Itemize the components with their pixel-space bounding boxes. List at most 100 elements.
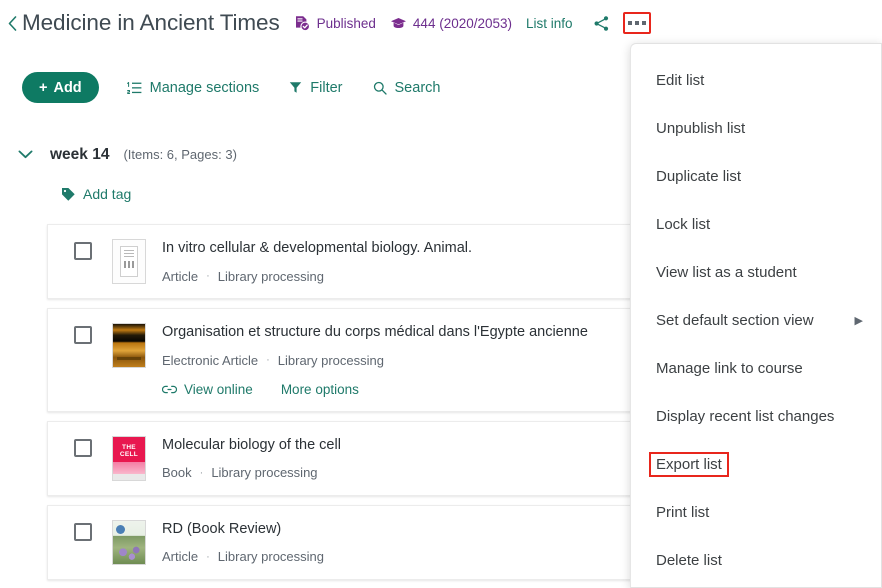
student-count-label: 444 (2020/2053) — [412, 15, 513, 31]
item-meta: Article · Library processing — [162, 269, 630, 284]
item-checkbox[interactable] — [74, 438, 92, 457]
list-item[interactable]: Molecular biology of the cell Book · Lib… — [47, 420, 647, 496]
menu-item-lock-list[interactable]: Lock list — [631, 200, 881, 248]
section-meta: (Items: 6, Pages: 3) — [123, 147, 237, 162]
item-status: Library processing — [217, 268, 325, 284]
menu-item-label: Edit list — [656, 71, 705, 89]
list-item[interactable]: RD (Book Review) Article · Library proce… — [47, 504, 647, 580]
published-document-check-icon — [295, 15, 310, 31]
menu-item-unpublish-list[interactable]: Unpublish list — [631, 104, 881, 152]
meta-separator: · — [266, 354, 270, 367]
share-icon — [594, 15, 609, 31]
meta-separator: · — [206, 550, 210, 563]
menu-item-manage-link-to-course[interactable]: Manage link to course — [631, 344, 881, 392]
view-online-button[interactable]: View online — [162, 382, 253, 397]
menu-item-delete-list[interactable]: Delete list — [631, 536, 881, 584]
menu-item-label: Set default section view — [656, 311, 814, 329]
add-button-label: Add — [53, 79, 82, 96]
item-title[interactable]: RD (Book Review) — [162, 520, 630, 540]
orange-book-cover-thumbnail — [112, 323, 146, 368]
menu-item-display-recent-changes[interactable]: Display recent list changes — [631, 392, 881, 440]
manage-sections-label: Manage sections — [149, 79, 260, 96]
graduation-cap-icon — [390, 18, 406, 28]
share-button[interactable] — [589, 12, 615, 34]
search-icon — [373, 81, 387, 95]
menu-item-label: Display recent list changes — [656, 407, 835, 425]
student-count: 444 (2020/2053) — [390, 16, 512, 31]
item-checkbox[interactable] — [74, 326, 92, 344]
list-item[interactable]: Organisation et structure du corps médic… — [47, 308, 647, 412]
menu-item-label: Unpublish list — [656, 119, 746, 137]
tag-icon — [62, 188, 75, 201]
citation-list: In vitro cellular & developmental biolog… — [47, 224, 647, 588]
menu-item-duplicate-list[interactable]: Duplicate list — [631, 152, 881, 200]
section-collapse-toggle[interactable] — [18, 147, 36, 162]
list-page: Medicine in Ancient Times Published 444 … — [0, 0, 882, 588]
filter-button[interactable]: Filter — [289, 79, 343, 96]
item-checkbox[interactable] — [74, 242, 92, 260]
item-status: Library processing — [217, 549, 325, 565]
search-label: Search — [394, 79, 441, 96]
item-title[interactable]: Organisation et structure du corps médic… — [162, 323, 630, 343]
add-tag-label: Add tag — [83, 186, 132, 202]
meta-separator: · — [199, 466, 204, 479]
item-actions: View online More options — [162, 382, 630, 397]
menu-item-label: Lock list — [656, 215, 711, 233]
list-info-link[interactable]: List info — [526, 16, 573, 31]
the-cell-book-cover-thumbnail — [112, 435, 146, 481]
view-online-label: View online — [184, 381, 253, 397]
menu-item-label: Print list — [656, 503, 710, 521]
meta-separator: · — [206, 270, 210, 283]
filter-label: Filter — [310, 79, 343, 96]
section-title: week 14 — [50, 146, 110, 163]
list-ordered-icon — [126, 81, 142, 94]
chevron-down-icon — [18, 150, 33, 159]
add-button[interactable]: + Add — [22, 72, 99, 103]
item-meta: Book · Library processing — [162, 465, 630, 480]
chevron-left-icon — [8, 15, 16, 31]
more-dot — [627, 21, 632, 25]
menu-item-label: View list as a student — [656, 263, 797, 281]
menu-item-label: Export list — [649, 451, 729, 477]
page-title: Medicine in Ancient Times — [22, 10, 280, 35]
page-header: Medicine in Ancient Times Published 444 … — [0, 0, 882, 46]
menu-item-view-as-student[interactable]: View list as a student — [631, 248, 881, 296]
item-status: Library processing — [211, 465, 318, 481]
published-status: Published — [294, 15, 376, 32]
menu-item-edit-list[interactable]: Edit list — [631, 56, 881, 104]
manage-sections-button[interactable]: Manage sections — [126, 79, 260, 96]
item-type: Book — [162, 465, 192, 481]
filter-funnel-icon — [290, 82, 302, 93]
back-button[interactable] — [4, 11, 20, 35]
item-title[interactable]: In vitro cellular & developmental biolog… — [162, 239, 630, 259]
item-status: Library processing — [277, 352, 384, 368]
green-journal-cover-thumbnail — [112, 519, 146, 565]
chevron-right-icon: ▶ — [854, 314, 863, 327]
menu-item-label: Delete list — [656, 551, 722, 569]
plus-icon: + — [39, 79, 48, 96]
search-button[interactable]: Search — [373, 79, 441, 96]
published-label: Published — [316, 15, 376, 31]
item-type: Electronic Article — [162, 352, 259, 368]
item-type: Article — [162, 549, 199, 565]
add-tag-button[interactable]: Add tag — [61, 186, 131, 202]
item-type: Article — [162, 268, 199, 284]
menu-item-label: Duplicate list — [656, 167, 742, 185]
list-item[interactable]: In vitro cellular & developmental biolog… — [47, 224, 647, 299]
more-dot — [634, 21, 639, 25]
more-options-link[interactable]: More options — [281, 382, 359, 397]
item-meta: Electronic Article · Library processing — [162, 353, 630, 368]
menu-item-set-default-section-view[interactable]: Set default section view ▶ — [631, 296, 881, 344]
menu-item-print-list[interactable]: Print list — [631, 488, 881, 536]
item-title[interactable]: Molecular biology of the cell — [162, 436, 630, 456]
more-dot — [641, 21, 646, 25]
menu-item-label: Manage link to course — [656, 359, 803, 377]
section-header: week 14 (Items: 6, Pages: 3) — [18, 146, 237, 164]
list-options-menu: Edit list Unpublish list Duplicate list … — [630, 43, 882, 588]
item-meta: Article · Library processing — [162, 549, 630, 564]
more-options-button[interactable] — [622, 12, 651, 34]
list-toolbar: + Add Manage sections Filter Search — [22, 72, 470, 103]
link-icon — [162, 385, 177, 393]
menu-item-export-list[interactable]: Export list — [631, 440, 881, 488]
item-checkbox[interactable] — [74, 522, 92, 541]
